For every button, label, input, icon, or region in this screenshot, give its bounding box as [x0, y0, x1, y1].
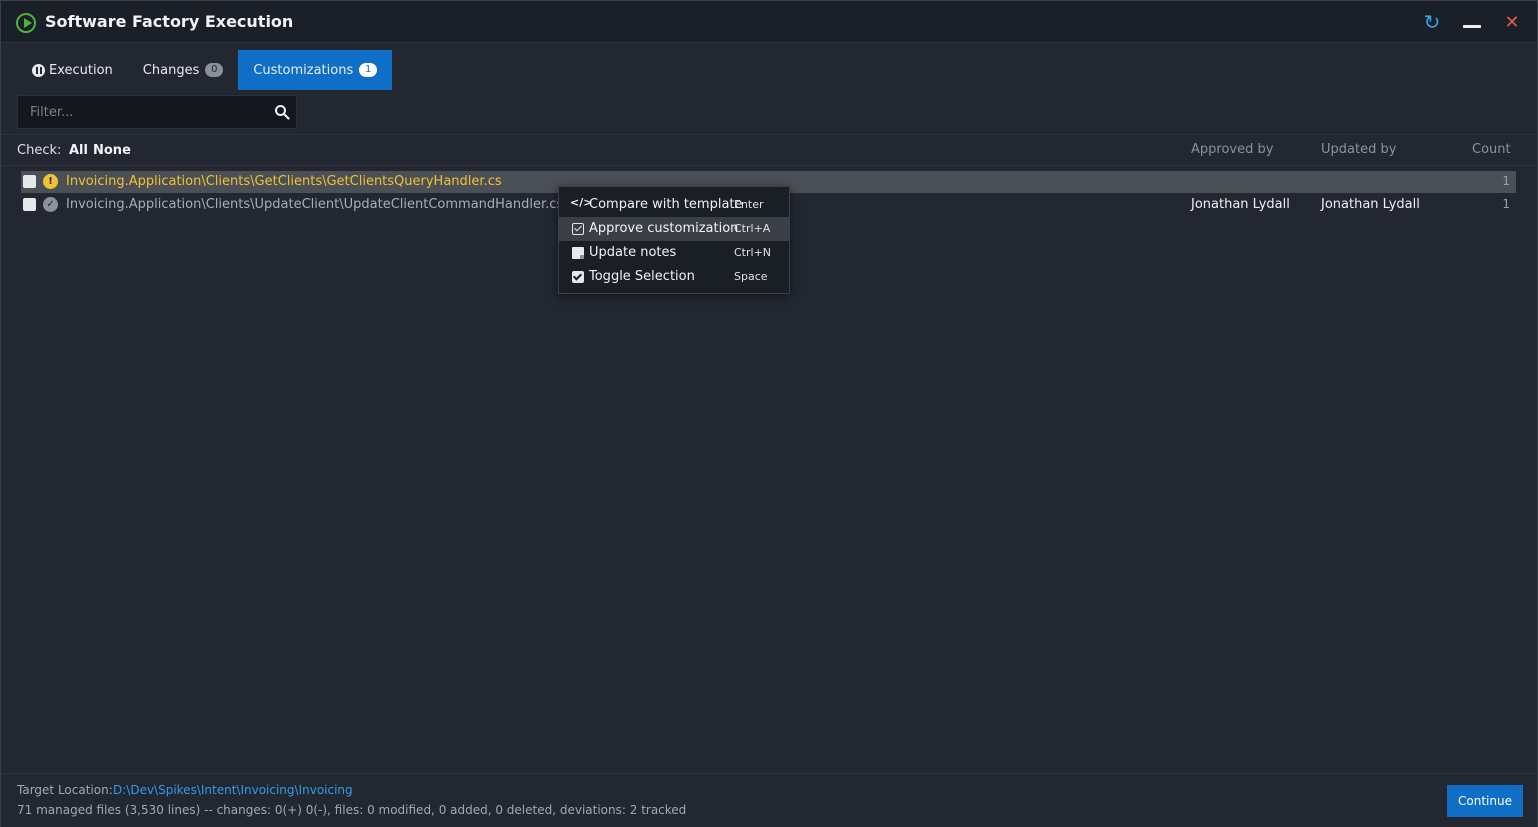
menu-item-compare-with-template[interactable]: </> Compare with template Enter [559, 193, 789, 217]
tab-execution-label: Execution [49, 62, 113, 78]
tab-customizations-label: Customizations [253, 62, 354, 78]
tab-execution[interactable]: Execution [17, 50, 128, 90]
continue-button[interactable]: Continue [1447, 785, 1523, 817]
search-icon[interactable] [274, 104, 290, 120]
warning-icon: ! [43, 174, 58, 189]
divider [1, 134, 1537, 135]
footer: Target Location: D:\Dev\Spikes\Intent\In… [1, 773, 1537, 827]
row-updated-by: Jonathan Lydall [1321, 197, 1420, 212]
filter-input[interactable] [18, 96, 258, 128]
tab-bar: Execution Changes 0 Customizations 1 [17, 50, 393, 90]
list-header: Check: All None Approved by Updated by C… [1, 136, 1537, 165]
check-all-link[interactable]: All [69, 143, 88, 158]
row-approved-by: Jonathan Lydall [1191, 197, 1290, 212]
tab-changes[interactable]: Changes 0 [128, 50, 239, 90]
row-checkbox[interactable] [23, 198, 36, 211]
pause-circle-icon [32, 63, 45, 77]
check-label: Check: [17, 143, 62, 158]
row-count: 1 [1502, 174, 1510, 188]
menu-item-shortcut: Ctrl+N [734, 246, 772, 259]
menu-item-approve-customization[interactable]: Approve customization Ctrl+A [559, 217, 789, 241]
menu-item-label: Toggle Selection [589, 269, 695, 284]
row-file-path: Invoicing.Application\Clients\GetClients… [66, 174, 502, 189]
window-title: Software Factory Execution [45, 12, 294, 31]
customizations-count-badge: 1 [359, 63, 378, 77]
approve-check-icon [572, 223, 584, 235]
note-icon [572, 247, 584, 259]
row-count: 1 [1502, 197, 1510, 211]
divider [1, 165, 1537, 166]
tab-changes-label: Changes [142, 62, 200, 78]
code-icon: </> [570, 196, 593, 209]
check-none-link[interactable]: None [93, 143, 131, 158]
menu-item-shortcut: Enter [734, 198, 764, 211]
checkbox-icon [572, 271, 584, 283]
target-location-label: Target Location: [17, 783, 113, 797]
row-file-path: Invoicing.Application\Clients\UpdateClie… [66, 197, 564, 212]
tab-customizations[interactable]: Customizations 1 [238, 50, 393, 90]
column-approved-by[interactable]: Approved by [1191, 142, 1273, 157]
menu-item-label: Update notes [589, 245, 677, 260]
menu-item-label: Compare with template [589, 197, 743, 212]
title-bar: Software Factory Execution ↻ ✕ [1, 1, 1537, 43]
menu-item-update-notes[interactable]: Update notes Ctrl+N [559, 241, 789, 265]
column-updated-by[interactable]: Updated by [1321, 142, 1396, 157]
menu-item-toggle-selection[interactable]: Toggle Selection Space [559, 265, 789, 289]
menu-item-shortcut: Ctrl+A [734, 222, 771, 235]
target-location-link[interactable]: D:\Dev\Spikes\Intent\Invoicing\Invoicing [113, 783, 353, 797]
changes-count-badge: 0 [205, 63, 224, 77]
row-checkbox[interactable] [23, 175, 36, 188]
context-menu: </> Compare with template Enter Approve … [558, 186, 790, 294]
refresh-icon[interactable]: ↻ [1421, 10, 1443, 34]
approved-check-icon: ✓ [43, 197, 58, 212]
menu-item-shortcut: Space [734, 270, 768, 283]
summary-text: 71 managed files (3,530 lines) -- change… [17, 803, 687, 817]
play-circle-icon [16, 13, 36, 33]
filter-box [17, 95, 297, 129]
close-icon[interactable]: ✕ [1501, 11, 1523, 33]
column-count[interactable]: Count [1472, 142, 1511, 157]
software-factory-window: Software Factory Execution ↻ ✕ Execution… [0, 0, 1538, 827]
minimize-icon[interactable] [1461, 11, 1483, 33]
menu-item-label: Approve customization [589, 221, 739, 236]
